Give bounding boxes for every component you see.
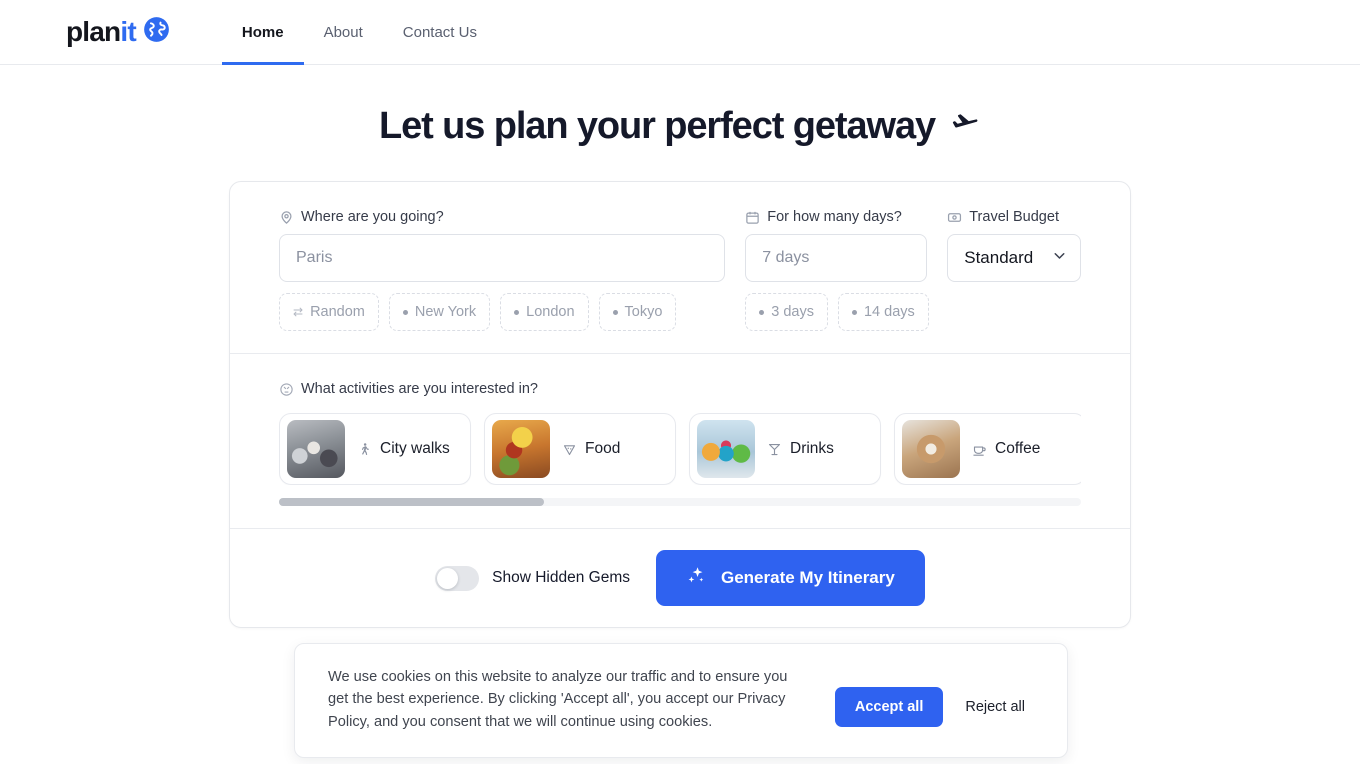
brand-logo-text: planit (66, 16, 137, 47)
budget-label-text: Travel Budget (969, 209, 1059, 225)
calendar-icon (745, 210, 760, 225)
activity-meta-coffee: Coffee (972, 440, 1040, 458)
budget-field-group: Travel Budget Standard (947, 209, 1081, 282)
activities-scroller[interactable]: City walks Food Drinks Coffee (279, 413, 1081, 485)
activity-card-food[interactable]: Food (484, 413, 676, 485)
chip-tokyo-label: Tokyo (624, 304, 663, 320)
activity-thumbnail-food (492, 420, 550, 478)
location-pin-icon (279, 210, 294, 225)
generate-itinerary-label: Generate My Itinerary (720, 568, 895, 587)
trip-planner-card: Where are you going? ⇄ Random New York L… (229, 181, 1131, 628)
activities-scrollbar-track[interactable] (279, 498, 1081, 506)
dot-icon (612, 309, 618, 315)
chip-random[interactable]: ⇄ Random (279, 293, 379, 331)
money-icon (947, 210, 962, 225)
walking-person-icon (357, 442, 372, 457)
dot-icon (851, 309, 857, 315)
page-title-text: Let us plan your perfect getaway (378, 104, 936, 147)
activity-label-coffee: Coffee (995, 440, 1041, 457)
activity-label-drinks: Drinks (790, 440, 834, 457)
activity-meta-drinks: Drinks (767, 440, 834, 458)
days-input[interactable] (745, 234, 928, 282)
destination-input[interactable] (279, 234, 726, 282)
page-title: Let us plan your perfect getaway (0, 104, 1360, 148)
globe-icon (143, 16, 170, 48)
coffee-cup-icon (972, 442, 987, 457)
nav-link-home[interactable]: Home (221, 0, 304, 65)
show-hidden-gems-toggle[interactable] (435, 565, 480, 591)
brand-name-part1: plan (66, 16, 121, 47)
destination-chips: ⇄ Random New York London Tokyo (279, 293, 725, 331)
chip-random-label: Random (310, 304, 365, 320)
cookie-consent-actions: Accept all Reject all (834, 666, 1039, 727)
action-bar: Show Hidden Gems Generate My Itinerary (230, 528, 1130, 627)
activities-track: City walks Food Drinks Coffee (279, 413, 1081, 485)
sparkles-icon (686, 565, 707, 591)
days-field-group: For how many days? 3 days 14 days (745, 209, 929, 331)
activities-section: What activities are you interested in? C… (230, 353, 1130, 528)
budget-label: Travel Budget (947, 209, 1081, 225)
trip-details-section: Where are you going? ⇄ Random New York L… (230, 182, 1130, 353)
budget-select[interactable]: Standard (947, 234, 1081, 282)
activities-scrollbar-thumb[interactable] (279, 498, 544, 506)
nav-links: Home About Contact Us (221, 0, 497, 65)
chip-3-days-label: 3 days (771, 304, 814, 320)
days-label: For how many days? (745, 209, 927, 225)
chip-3-days[interactable]: 3 days (745, 293, 828, 331)
activity-card-coffee[interactable]: Coffee (894, 413, 1081, 485)
chip-new-york-label: New York (414, 304, 477, 320)
activities-label: What activities are you interested in? (279, 381, 1081, 397)
dot-icon (759, 309, 765, 315)
chip-14-days-label: 14 days (863, 304, 915, 320)
activity-thumbnail-coffee (902, 420, 960, 478)
hidden-gems-toggle-group: Show Hidden Gems (435, 565, 630, 591)
chip-tokyo[interactable]: Tokyo (598, 293, 677, 331)
brand-logo[interactable]: planit (66, 16, 170, 48)
toggle-knob (437, 567, 459, 589)
dot-icon (514, 309, 520, 315)
top-navigation-bar: planit Home About Contact Us (0, 0, 1360, 65)
fields-row: Where are you going? ⇄ Random New York L… (279, 209, 1081, 331)
chip-london-label: London (526, 304, 575, 320)
activities-label-text: What activities are you interested in? (301, 381, 538, 397)
chip-new-york[interactable]: New York (388, 293, 491, 331)
activity-meta-city-walks: City walks (357, 440, 450, 458)
activity-meta-food: Food (562, 440, 620, 458)
nav-link-contact-us[interactable]: Contact Us (383, 0, 497, 65)
activity-thumbnail-city-walks (287, 420, 345, 478)
activity-label-city-walks: City walks (380, 440, 450, 457)
budget-select-wrap: Standard (947, 234, 1081, 282)
nav-link-about[interactable]: About (304, 0, 383, 65)
generate-itinerary-button[interactable]: Generate My Itinerary (655, 550, 925, 606)
activity-card-city-walks[interactable]: City walks (279, 413, 471, 485)
reject-all-cookies-button[interactable]: Reject all (951, 687, 1039, 727)
days-label-text: For how many days? (767, 209, 902, 225)
chip-14-days[interactable]: 14 days (837, 293, 929, 331)
activity-label-food: Food (585, 440, 621, 457)
activity-card-drinks[interactable]: Drinks (689, 413, 881, 485)
activities-badge-icon (279, 382, 294, 397)
chip-london[interactable]: London (500, 293, 589, 331)
pizza-slice-icon (562, 442, 577, 457)
cocktail-glass-icon (767, 442, 782, 457)
brand-name-part2: it (120, 16, 136, 47)
airplane-icon (947, 104, 981, 148)
accept-all-cookies-button[interactable]: Accept all (834, 687, 944, 727)
shuffle-icon: ⇄ (293, 305, 304, 319)
days-chips: 3 days 14 days (745, 293, 929, 331)
activity-thumbnail-drinks (697, 420, 755, 478)
cookie-consent-banner: We use cookies on this website to analyz… (294, 643, 1068, 758)
cookie-consent-message: We use cookies on this website to analyz… (328, 669, 788, 730)
show-hidden-gems-label: Show Hidden Gems (492, 569, 630, 586)
destination-label-text: Where are you going? (301, 209, 444, 225)
budget-selected-value: Standard (964, 248, 1034, 267)
destination-label: Where are you going? (279, 209, 725, 225)
dot-icon (402, 309, 408, 315)
destination-field-group: Where are you going? ⇄ Random New York L… (279, 209, 726, 331)
